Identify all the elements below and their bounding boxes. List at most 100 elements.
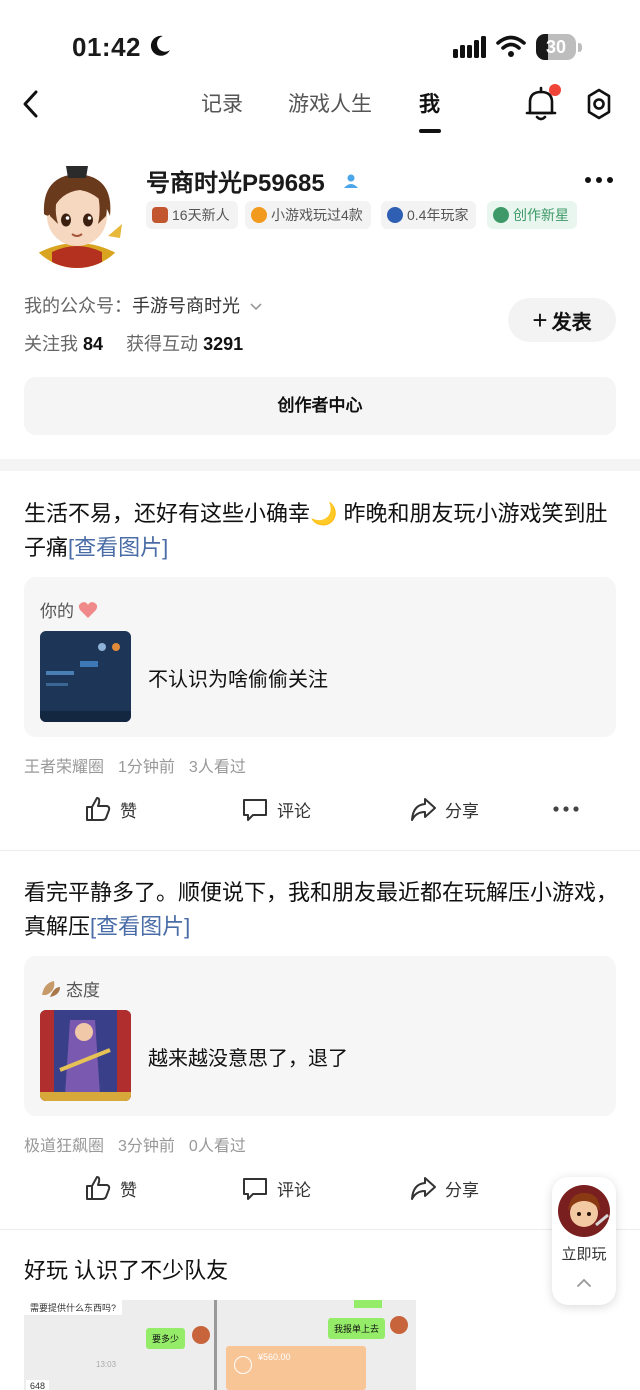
check-icon bbox=[234, 1356, 252, 1374]
followers-label: 关注我 bbox=[24, 334, 78, 354]
publish-button[interactable]: + 发表 bbox=[508, 298, 616, 342]
public-account-label: 我的公众号： bbox=[24, 296, 132, 316]
tab-me[interactable]: 我 bbox=[419, 88, 440, 122]
public-account[interactable]: 我的公众号：手游号商时光 bbox=[24, 292, 263, 318]
badge-creator-star[interactable]: 创作新星 bbox=[487, 201, 577, 229]
post-more-icon[interactable] bbox=[552, 805, 580, 813]
badge-player-years[interactable]: 0.4年玩家 bbox=[381, 201, 477, 229]
post-time: 3分钟前 bbox=[118, 1138, 175, 1155]
battery-level: 30 bbox=[545, 37, 567, 57]
transfer-card: ¥560.00 bbox=[226, 1346, 366, 1390]
chevron-down-icon bbox=[250, 303, 262, 311]
thumbs-up-icon bbox=[86, 1176, 111, 1200]
chat-bubble: 要多少 bbox=[146, 1328, 186, 1349]
card-label: 你的 bbox=[40, 602, 74, 621]
post-meta: 极道狂飙圈 3分钟前 0人看过 bbox=[24, 1132, 260, 1156]
interactions-count: 3291 bbox=[203, 334, 244, 354]
card-header: 态度 bbox=[40, 976, 100, 1001]
game-avatar bbox=[558, 1185, 610, 1237]
verified-user-icon bbox=[344, 174, 358, 188]
chevron-up-icon[interactable] bbox=[576, 1277, 592, 1289]
stats: 关注我 84 获得互动 3291 bbox=[24, 330, 243, 356]
comment-button[interactable]: 评论 bbox=[241, 795, 311, 823]
comment-label: 评论 bbox=[277, 801, 311, 821]
active-tab-indicator bbox=[419, 129, 441, 133]
level-icon bbox=[493, 207, 509, 223]
publish-label: 发表 bbox=[551, 312, 592, 334]
badge-newbie[interactable]: 16天新人 bbox=[146, 201, 238, 229]
tab-records[interactable]: 记录 bbox=[201, 88, 243, 122]
notification-dot bbox=[549, 84, 561, 96]
hero-icon bbox=[152, 207, 168, 223]
play-now-widget[interactable]: 立即玩 bbox=[552, 1177, 616, 1305]
card-thumbnail bbox=[40, 631, 131, 722]
card-header: 你的 bbox=[40, 597, 98, 622]
comment-button[interactable]: 评论 bbox=[241, 1174, 311, 1202]
more-options-icon[interactable] bbox=[584, 170, 614, 190]
post-time: 1分钟前 bbox=[118, 759, 175, 776]
post-image-chat-screenshot[interactable]: 需要提供什么东西吗? 要多少 13:03 648 我报单上去 ¥560.00 bbox=[24, 1300, 416, 1390]
gear-icon[interactable] bbox=[582, 87, 616, 121]
badge-minigames[interactable]: 小游戏玩过4款 bbox=[245, 201, 371, 229]
battery-icon: 30 bbox=[536, 34, 582, 60]
share-icon bbox=[411, 1177, 436, 1200]
card-text: 不认识为啥偷偷关注 bbox=[148, 669, 328, 691]
play-now-label: 立即玩 bbox=[561, 1246, 607, 1263]
post-text[interactable]: 看完平静多了。顺便说下，我和朋友最近都在玩解压小游戏，真解压[查看图片] bbox=[24, 876, 620, 944]
moon-icon bbox=[150, 35, 170, 56]
comment-icon bbox=[243, 799, 267, 821]
game-emblem-icon bbox=[387, 207, 403, 223]
badge-label: 创作新星 bbox=[513, 207, 569, 223]
comment-label: 评论 bbox=[277, 1180, 311, 1200]
like-label: 赞 bbox=[120, 801, 137, 821]
post-divider bbox=[0, 850, 640, 851]
plus-icon: + bbox=[532, 305, 548, 335]
chat-avatar bbox=[390, 1316, 408, 1334]
quoted-card[interactable]: 态度 越来越没意思了，退了 bbox=[24, 956, 616, 1116]
chat-bubble: 需要提供什么东西吗? bbox=[24, 1300, 123, 1315]
share-button[interactable]: 分享 bbox=[409, 795, 479, 823]
tab-game-life[interactable]: 游戏人生 bbox=[288, 88, 372, 122]
chat-bubble: 我报单上去 bbox=[328, 1318, 386, 1339]
badge-label: 16天新人 bbox=[172, 207, 230, 223]
like-button[interactable]: 赞 bbox=[84, 1174, 137, 1202]
view-count: 3人看过 bbox=[188, 759, 246, 776]
cellular-signal-icon bbox=[453, 36, 486, 58]
post-text[interactable]: 生活不易，还好有这些小确幸🌙 昨晚和朋友玩小游戏笑到肚子痛[查看图片] bbox=[24, 497, 620, 565]
public-account-value: 手游号商时光 bbox=[132, 296, 240, 316]
chat-time: 13:03 bbox=[96, 1360, 117, 1369]
heart-icon bbox=[78, 601, 98, 618]
circle-name[interactable]: 王者荣耀圈 bbox=[24, 759, 104, 776]
view-count: 0人看过 bbox=[188, 1138, 246, 1155]
wifi-icon bbox=[496, 35, 526, 57]
post-divider bbox=[0, 1229, 640, 1230]
back-icon[interactable] bbox=[20, 88, 44, 120]
post-meta: 王者荣耀圈 1分钟前 3人看过 bbox=[24, 753, 260, 777]
status-time: 01:42 bbox=[72, 32, 141, 62]
leaf-icon bbox=[42, 980, 60, 997]
card-thumbnail bbox=[40, 1010, 131, 1101]
interactions-label: 获得互动 bbox=[126, 334, 199, 354]
share-button[interactable]: 分享 bbox=[409, 1174, 479, 1202]
view-image-link[interactable]: [查看图片] bbox=[68, 535, 168, 560]
username: 号商时光P59685 bbox=[146, 170, 325, 197]
like-label: 赞 bbox=[120, 1180, 137, 1200]
chat-number: 648 bbox=[26, 1380, 50, 1390]
followers-count[interactable]: 84 bbox=[83, 334, 103, 354]
share-label: 分享 bbox=[445, 1180, 479, 1200]
minigame-icon bbox=[251, 207, 267, 223]
comment-icon bbox=[243, 1178, 267, 1200]
circle-name[interactable]: 极道狂飙圈 bbox=[24, 1138, 104, 1155]
section-divider bbox=[0, 459, 640, 471]
transfer-amount: ¥560.00 bbox=[258, 1352, 291, 1362]
badge-label: 小游戏玩过4款 bbox=[271, 207, 363, 223]
view-image-link[interactable]: [查看图片] bbox=[90, 914, 190, 939]
creator-center-button[interactable]: 创作者中心 bbox=[24, 377, 616, 435]
post-text[interactable]: 好玩 认识了不少队友 bbox=[24, 1254, 620, 1288]
badge-label: 0.4年玩家 bbox=[407, 207, 469, 223]
avatar[interactable] bbox=[22, 158, 132, 268]
quoted-card[interactable]: 你的 不认识为啥偷偷关注 bbox=[24, 577, 616, 737]
chat-avatar bbox=[192, 1326, 210, 1344]
like-button[interactable]: 赞 bbox=[84, 795, 137, 823]
share-icon bbox=[411, 798, 436, 821]
